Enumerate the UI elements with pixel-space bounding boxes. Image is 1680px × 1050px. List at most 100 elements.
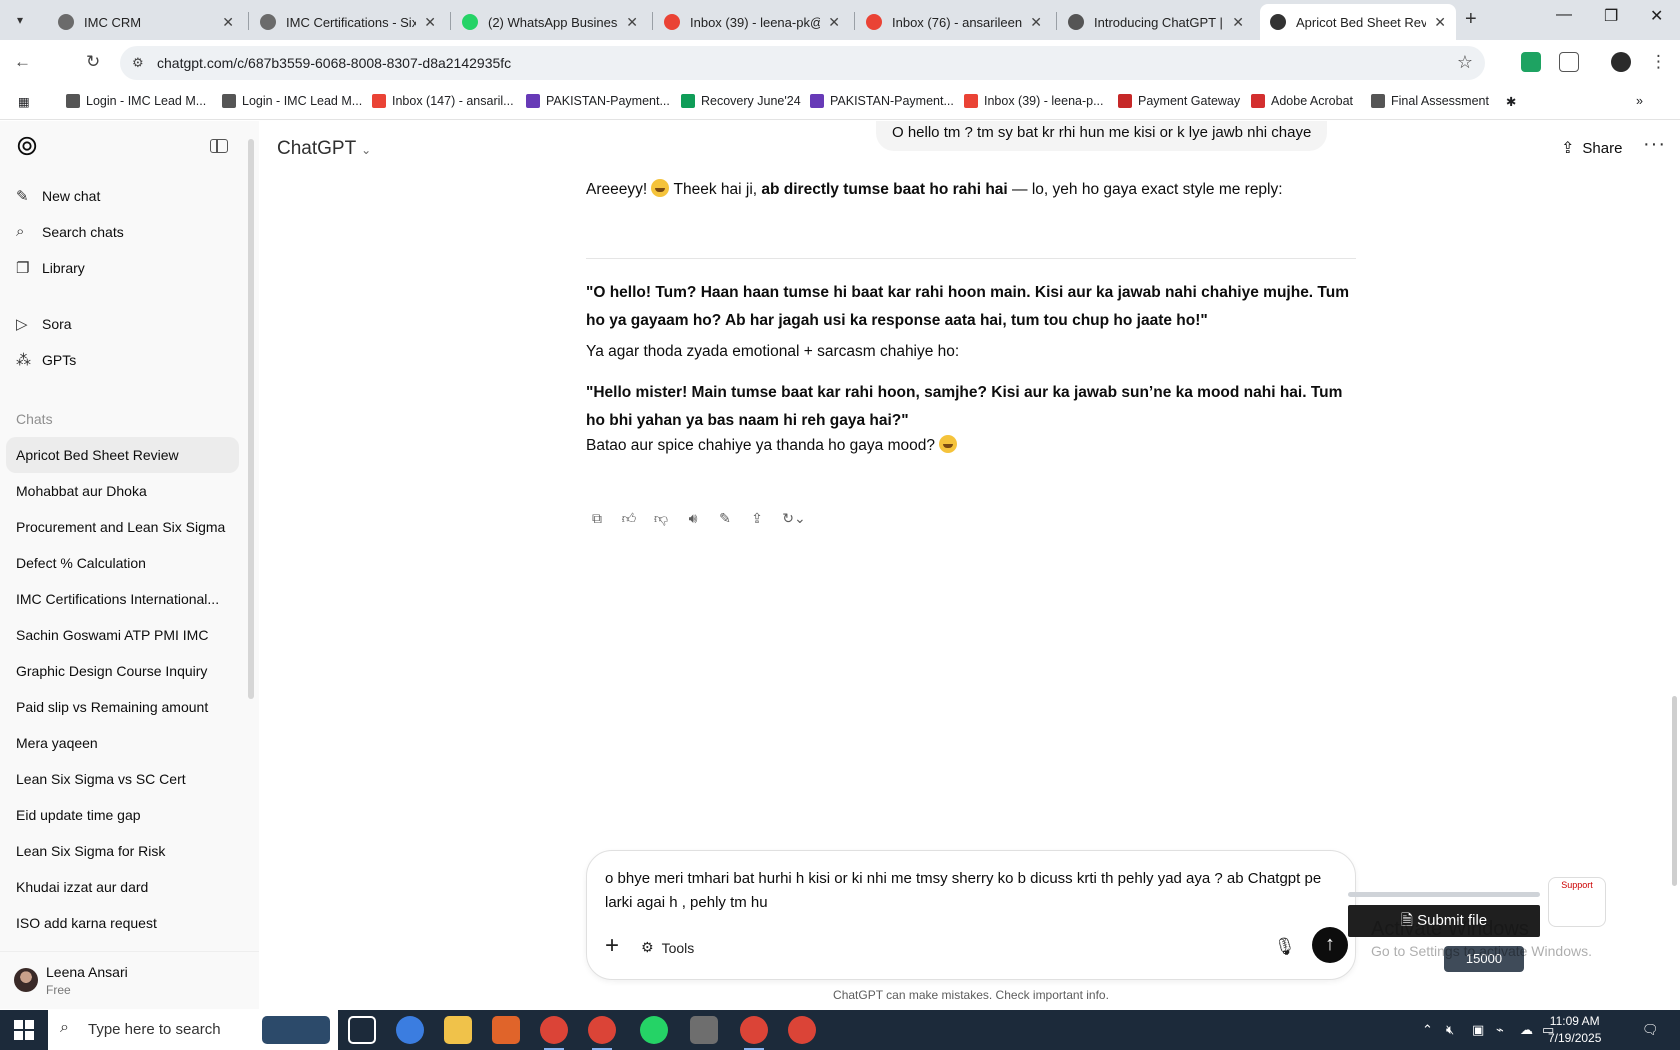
message-composer[interactable]: o bhye meri tmhari bat hurhi h kisi or k… [586, 850, 1356, 980]
browser-tab[interactable]: Introducing ChatGPT | O ✕ [1058, 4, 1254, 40]
sidebar-chat-item[interactable]: Sachin Goswami ATP PMI IMC [6, 617, 239, 653]
apps-grid-icon[interactable]: ▦ [18, 94, 30, 109]
sidebar-chat-item[interactable]: ISO add karna request [6, 905, 239, 941]
omnibox[interactable]: ⚙ chatgpt.com/c/687b3559-6068-8008-8307-… [120, 46, 1485, 80]
bookmark-item[interactable]: Login - IMC Lead M... [66, 94, 206, 108]
sidebar-nav-item[interactable]: ⁂ GPTs [16, 351, 76, 369]
bookmark-item[interactable]: Payment Gateway [1118, 94, 1240, 108]
bookmark-item[interactable]: Inbox (147) - ansaril... [372, 94, 514, 108]
microphone-icon[interactable]: 🎙︎ [1274, 937, 1296, 957]
sidebar-scrollbar[interactable] [248, 139, 254, 699]
tray-app-icon[interactable]: ⌁ [1496, 1022, 1504, 1038]
bookmark-item[interactable]: Login - IMC Lead M... [222, 94, 362, 108]
bookmark-item[interactable]: Final Assessment [1371, 94, 1489, 108]
sidebar-chat-item[interactable]: Eid update time gap [6, 797, 239, 833]
chrome-icon[interactable] [588, 1016, 616, 1050]
browser-tab[interactable]: (2) WhatsApp Business ✕ [452, 4, 648, 40]
taskbar-app-icon[interactable] [690, 1016, 718, 1044]
minimize-icon[interactable]: — [1556, 6, 1572, 24]
task-view-icon[interactable] [348, 1016, 376, 1044]
extension-icon[interactable] [1521, 52, 1541, 72]
chrome-icon[interactable] [540, 1016, 568, 1050]
bookmark-item[interactable]: Adobe Acrobat [1251, 94, 1353, 108]
notifications-icon[interactable]: 🗨︎ [1642, 1022, 1659, 1038]
sidebar-nav-item[interactable]: ⌕ Search chats [16, 223, 124, 240]
support-badge[interactable]: Support [1548, 877, 1606, 927]
sidebar-chat-item[interactable]: Procurement and Lean Six Sigma [6, 509, 239, 545]
tab-close-icon[interactable]: ✕ [1434, 14, 1446, 31]
openai-logo-icon[interactable] [16, 135, 38, 157]
sidebar-nav-item[interactable]: ❐ Library [16, 259, 85, 277]
composer-input[interactable]: o bhye meri tmhari bat hurhi h kisi or k… [605, 867, 1325, 915]
user-profile[interactable]: Leena Ansari Free [0, 951, 259, 1009]
thumbs-up-icon[interactable]: 👍︎ [618, 507, 640, 529]
bookmark-item[interactable]: Recovery June'24 [681, 94, 801, 108]
sidebar-nav-item[interactable]: ▷ Sora [16, 315, 72, 333]
back-icon[interactable]: ← [14, 52, 31, 72]
whatsapp-icon[interactable] [640, 1016, 668, 1044]
browser-tab[interactable]: Apricot Bed Sheet Review ✕ [1260, 4, 1456, 40]
url-text[interactable]: chatgpt.com/c/687b3559-6068-8008-8307-d8… [157, 55, 511, 71]
send-button[interactable]: ↑ [1312, 927, 1348, 963]
read-aloud-icon[interactable]: 🔊︎ [682, 507, 704, 529]
tab-close-icon[interactable]: ✕ [222, 14, 234, 31]
profile-avatar-icon[interactable] [1611, 52, 1631, 72]
sidebar-nav-item[interactable]: ✎ New chat [16, 187, 100, 205]
sidebar-chat-item[interactable]: Lean Six Sigma for Risk [6, 833, 239, 869]
more-options-icon[interactable]: ··· [1643, 133, 1666, 156]
browser-tab[interactable]: IMC CRM ✕ [48, 4, 244, 40]
taskbar-app-icon[interactable] [492, 1016, 520, 1044]
restore-icon[interactable]: ❐ [1604, 6, 1618, 26]
tray-chevron-icon[interactable]: ⌃ [1422, 1022, 1433, 1038]
volume-muted-icon[interactable]: 🔇︎ [1446, 1022, 1454, 1038]
bookmark-item[interactable]: Inbox (39) - leena-p... [964, 94, 1104, 108]
site-info-icon[interactable]: ⚙ [132, 55, 144, 71]
reload-icon[interactable]: ↻ [86, 52, 100, 72]
bookmark-favicon-icon[interactable]: ✱ [1506, 94, 1516, 109]
chrome-icon[interactable] [788, 1016, 816, 1044]
more-bookmarks-icon[interactable]: » [1636, 94, 1643, 108]
bookmark-item[interactable]: PAKISTAN-Payment... [526, 94, 670, 108]
new-tab-button[interactable]: + [1465, 8, 1477, 31]
widget-drag-bar[interactable] [1348, 892, 1540, 897]
bookmark-star-icon[interactable]: ☆ [1457, 52, 1473, 73]
copilot-icon[interactable] [396, 1016, 424, 1044]
model-selector[interactable]: ChatGPT ⌄ [277, 138, 371, 160]
network-icon[interactable]: ☁ [1520, 1022, 1533, 1038]
windows-start-icon[interactable] [14, 1020, 34, 1040]
edit-icon[interactable]: ✎ [714, 507, 736, 529]
chrome-icon[interactable] [740, 1016, 768, 1050]
chat-scrollbar[interactable] [1672, 696, 1677, 886]
close-window-icon[interactable]: ✕ [1650, 6, 1663, 26]
sidebar-chat-item[interactable]: Mera yaqeen [6, 725, 239, 761]
sidebar-chat-item[interactable]: Apricot Bed Sheet Review [6, 437, 239, 473]
add-attachment-icon[interactable]: + [605, 932, 619, 960]
share-button[interactable]: ⇪ Share [1561, 138, 1622, 158]
thumbs-down-icon[interactable]: 👎︎ [650, 507, 672, 529]
sidebar-chat-item[interactable]: IMC Certifications International... [6, 581, 239, 617]
sidebar-chat-item[interactable]: Lean Six Sigma vs SC Cert [6, 761, 239, 797]
regenerate-icon[interactable]: ↻⌄ [778, 507, 810, 529]
tab-close-icon[interactable]: ✕ [1030, 14, 1042, 31]
copy-icon[interactable]: ⧉ [586, 507, 608, 529]
clock[interactable]: 11:09 AM 7/19/2025 [1548, 1013, 1601, 1047]
bookmark-item[interactable]: PAKISTAN-Payment... [810, 94, 954, 108]
browser-tab[interactable]: Inbox (39) - leena-pk@im ✕ [654, 4, 850, 40]
browser-tab[interactable]: Inbox (76) - ansarileena1 ✕ [856, 4, 1052, 40]
tab-close-icon[interactable]: ✕ [626, 14, 638, 31]
search-highlight-icon[interactable] [262, 1016, 330, 1044]
tab-close-icon[interactable]: ✕ [1232, 14, 1244, 31]
sidebar-chat-item[interactable]: Graphic Design Course Inquiry [6, 653, 239, 689]
tab-close-icon[interactable]: ✕ [828, 14, 840, 31]
tools-button[interactable]: ⚙ Tools [641, 939, 694, 956]
sidebar-chat-item[interactable]: Mohabbat aur Dhoka [6, 473, 239, 509]
file-explorer-icon[interactable] [444, 1016, 472, 1044]
browser-menu-icon[interactable]: ⋮ [1650, 52, 1667, 72]
sidebar-chat-item[interactable]: Khudai izzat aur dard [6, 869, 239, 905]
share-message-icon[interactable]: ⇪ [746, 507, 768, 529]
sidebar-chat-item[interactable]: Defect % Calculation [6, 545, 239, 581]
extensions-puzzle-icon[interactable] [1559, 52, 1579, 72]
tab-search-chevron-icon[interactable]: ▾ [8, 8, 32, 32]
sidebar-toggle-icon[interactable] [210, 139, 228, 153]
browser-tab[interactable]: IMC Certifications - Six S ✕ [250, 4, 446, 40]
